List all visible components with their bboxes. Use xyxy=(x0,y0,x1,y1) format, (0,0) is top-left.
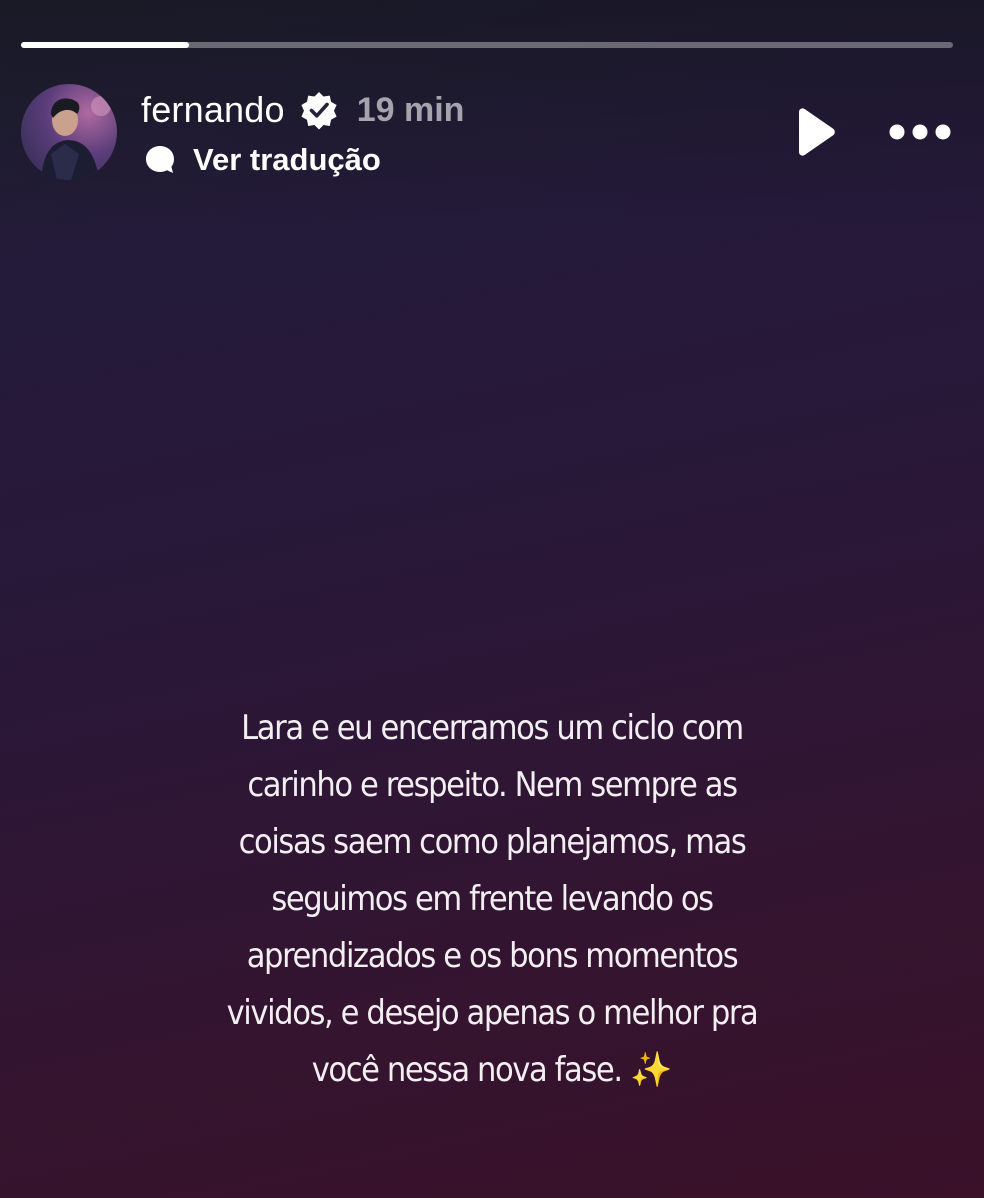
story-viewer[interactable]: fernando 19 min Ver tradução Lara e eu e… xyxy=(0,0,984,1198)
story-progress-bar xyxy=(21,42,953,48)
caption-line: seguimos em frente levando os xyxy=(271,879,714,919)
caption-line-last: você nessa nova fase. ✨ xyxy=(150,1042,834,1099)
story-caption: Lara e eu encerramos um ciclo com carinh… xyxy=(150,700,834,1099)
see-translation-label: Ver tradução xyxy=(193,142,381,177)
caption-line: Lara e eu encerramos um ciclo com xyxy=(241,708,744,748)
play-button[interactable] xyxy=(791,106,839,158)
caption-line: carinho e respeito. Nem sempre as xyxy=(247,765,738,805)
more-options-icon xyxy=(889,124,951,140)
verified-badge-icon xyxy=(299,90,339,130)
user-line: fernando 19 min xyxy=(141,88,464,132)
avatar-photo xyxy=(41,96,111,180)
caption-line-text: você nessa nova fase. xyxy=(311,1050,623,1090)
see-translation-link[interactable]: Ver tradução xyxy=(143,142,381,178)
caption-line: aprendizados e os bons momentos xyxy=(246,936,739,976)
story-header: fernando 19 min Ver tradução xyxy=(21,82,953,182)
post-time: 19 min xyxy=(356,90,465,129)
story-controls xyxy=(791,106,953,158)
avatar[interactable] xyxy=(21,84,117,180)
caption-line: coisas saem como planejamos, mas xyxy=(238,822,747,862)
more-options-button[interactable] xyxy=(887,121,953,143)
username[interactable]: fernando xyxy=(141,89,285,131)
caption-line: vividos, e desejo apenas o melhor pra xyxy=(226,993,759,1033)
play-icon xyxy=(799,108,835,156)
speech-bubble-icon xyxy=(143,143,177,177)
sparkles-emoji: ✨ xyxy=(629,1050,673,1090)
story-progress-fill xyxy=(21,42,189,48)
